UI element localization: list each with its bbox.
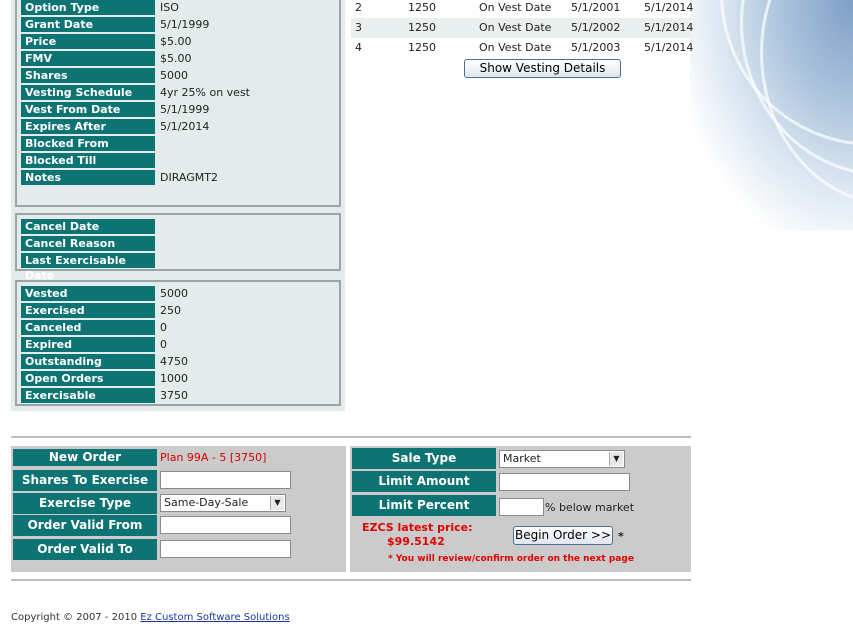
required-asterisk: * <box>618 530 624 543</box>
order-form-left: New Order Plan 99A - 5 [3750] Shares To … <box>11 446 346 572</box>
order-valid-from-label: Order Valid From <box>13 515 157 536</box>
summary-value: 4750 <box>160 355 188 368</box>
details-value: $5.00 <box>160 52 192 65</box>
details-value: 5000 <box>160 69 188 82</box>
details-value: 4yr 25% on vest <box>160 86 250 99</box>
details-label: Option Type <box>21 0 155 15</box>
vesting-row: 4 1250 On Vest Date 5/1/2003 5/1/2014 <box>351 38 694 58</box>
company-link[interactable]: Ez Custom Software Solutions <box>140 612 289 623</box>
details-value: 5/1/2014 <box>160 120 210 133</box>
shares-to-exercise-input[interactable] <box>160 471 291 489</box>
cancel-label: Cancel Reason <box>21 236 155 251</box>
details-value: DIRAGMT2 <box>160 171 218 184</box>
summary-label: Outstanding <box>21 354 155 369</box>
summary-label: Exercised <box>21 303 155 318</box>
show-vesting-details-button[interactable]: Show Vesting Details <box>464 59 621 78</box>
details-value: ISO <box>160 1 179 14</box>
new-order-label: New Order <box>13 449 157 466</box>
summary-label: Open Orders <box>21 371 155 386</box>
vesting-num: 4 <box>355 41 362 54</box>
chevron-down-icon: ▼ <box>609 452 623 466</box>
footer: Copyright © 2007 - 2010 Ez Custom Softwa… <box>11 612 290 623</box>
exercise-type-label: Exercise Type <box>13 493 157 514</box>
background-decoration <box>690 0 853 230</box>
details-label: Blocked From <box>21 136 155 151</box>
divider-bottom <box>11 579 691 581</box>
share-summary-box: Vested 5000 Exercised 250 Canceled 0 Expired 0 O… <box>15 280 341 406</box>
summary-value: 0 <box>160 321 167 334</box>
vesting-row: 3 1250 On Vest Date 5/1/2002 5/1/2014 <box>351 18 694 38</box>
begin-order-button[interactable]: Begin Order >> <box>513 526 613 545</box>
price-label: EZCS latest price: <box>362 521 473 534</box>
details-label: Blocked Till <box>21 153 155 168</box>
grant-details-box: Option Type ISO Grant Date 5/1/1999 Price $5.… <box>15 0 341 207</box>
summary-value: 1000 <box>160 372 188 385</box>
vesting-vest: 5/1/2001 <box>571 1 621 14</box>
order-valid-to-label: Order Valid To <box>13 539 157 560</box>
exercise-type-value: Same-Day-Sale <box>164 496 249 509</box>
details-label: Shares <box>21 68 155 83</box>
summary-value: 0 <box>160 338 167 351</box>
vesting-shares: 1250 <box>408 21 436 34</box>
below-market-text: % below market <box>545 501 635 514</box>
summary-label: Vested <box>21 286 155 301</box>
sale-type-label: Sale Type <box>352 448 496 469</box>
limit-amount-input[interactable] <box>499 473 630 491</box>
details-label: Grant Date <box>21 17 155 32</box>
details-value: 5/1/1999 <box>160 103 210 116</box>
vesting-vest: 5/1/2002 <box>571 21 621 34</box>
vesting-expire: 5/1/2014 <box>644 1 694 14</box>
shares-to-exercise-label: Shares To Exercise <box>13 470 157 491</box>
sale-type-select[interactable]: Market ▼ <box>499 450 625 468</box>
summary-label: Exercisable <box>21 388 155 403</box>
vesting-shares: 1250 <box>408 1 436 14</box>
details-label: Price <box>21 34 155 49</box>
order-form-right: Sale Type Market ▼ Limit Amount Limit Pe… <box>350 446 691 572</box>
summary-value: 3750 <box>160 389 188 402</box>
summary-label: Canceled <box>21 320 155 335</box>
vesting-type: On Vest Date <box>479 41 552 54</box>
vesting-type: On Vest Date <box>479 1 552 14</box>
cancel-label: Cancel Date <box>21 219 155 234</box>
sale-type-value: Market <box>503 452 541 465</box>
vesting-type: On Vest Date <box>479 21 552 34</box>
details-label: Notes <box>21 170 155 185</box>
vesting-expire: 5/1/2014 <box>644 41 694 54</box>
vesting-table: 2 1250 On Vest Date 5/1/2001 5/1/2014 3 1250 On… <box>351 0 694 58</box>
review-note: * You will review/confirm order on the n… <box>388 554 634 564</box>
cancel-label: Last Exercisable Date <box>21 253 155 282</box>
limit-amount-label: Limit Amount <box>352 471 496 492</box>
order-valid-from-input[interactable] <box>160 516 291 534</box>
summary-value: 5000 <box>160 287 188 300</box>
vesting-vest: 5/1/2003 <box>571 41 621 54</box>
summary-value: 250 <box>160 304 181 317</box>
details-label: Vesting Schedule <box>21 85 155 100</box>
limit-percent-label: Limit Percent <box>352 495 496 516</box>
vesting-row: 2 1250 On Vest Date 5/1/2001 5/1/2014 <box>351 0 694 18</box>
cancel-info-box: Cancel Date Cancel Reason Last Exercisable… <box>15 213 341 282</box>
chevron-down-icon: ▼ <box>270 496 284 510</box>
plan-value: Plan 99A - 5 [3750] <box>160 451 267 464</box>
vesting-num: 3 <box>355 21 362 34</box>
vesting-num: 2 <box>355 1 362 14</box>
details-label: Expires After <box>21 119 155 134</box>
details-value: $5.00 <box>160 35 192 48</box>
latest-price-value: $99.5142 <box>387 535 445 548</box>
limit-percent-input[interactable] <box>499 498 544 516</box>
details-label: FMV <box>21 51 155 66</box>
details-value: 5/1/1999 <box>160 18 210 31</box>
exercise-type-select[interactable]: Same-Day-Sale ▼ <box>160 494 286 512</box>
vesting-expire: 5/1/2014 <box>644 21 694 34</box>
order-valid-to-input[interactable] <box>160 540 291 558</box>
divider-top <box>11 436 691 438</box>
details-label: Vest From Date <box>21 102 155 117</box>
copyright-text: Copyright © 2007 - 2010 <box>11 612 138 623</box>
summary-label: Expired <box>21 337 155 352</box>
vesting-shares: 1250 <box>408 41 436 54</box>
